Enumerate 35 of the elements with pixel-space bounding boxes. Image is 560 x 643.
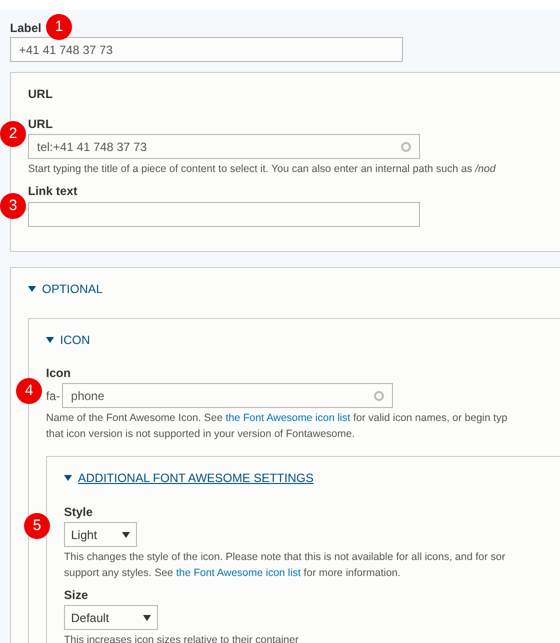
icon-list-link[interactable]: the Font Awesome icon list <box>226 412 350 424</box>
annotation-marker: 5 <box>24 513 50 539</box>
annotation-marker: 2 <box>0 121 26 147</box>
field-description: Name of the Font Awesome Icon. See the Font Awesome icon list for valid icon names, or begin typ that icon version is not supported in your version of Fontawesome. <box>46 411 508 442</box>
field-label: Size <box>64 587 88 603</box>
field-description: Start typing the title of a piece of content to select it. You can also enter an internal path such as /nod <box>28 162 497 177</box>
autocomplete-icon <box>374 390 384 400</box>
text-field[interactable]: +41 41 748 37 73 <box>10 37 403 62</box>
field-label: Icon <box>46 365 71 381</box>
field-description: This changes the style of the icon. Please note that this is not available for all icons, and for sor support any styles. See the Font Awesome icon list for more information. <box>64 550 506 581</box>
select-dropdown[interactable]: Default <box>64 605 158 630</box>
text-field[interactable]: tel:+41 41 748 37 73 <box>28 134 420 159</box>
autocomplete-icon <box>401 142 411 152</box>
field-label: URL <box>28 116 53 132</box>
field-label: Link text <box>28 183 78 199</box>
select-dropdown[interactable]: Light <box>64 522 137 547</box>
field-label: Label <box>10 20 42 36</box>
field-label: Style <box>64 504 93 520</box>
text-field[interactable]: phone <box>62 383 394 408</box>
dropdown-caret-icon <box>122 532 130 538</box>
details-summary[interactable]: OPTIONAL <box>28 280 560 298</box>
caret-icon <box>28 285 36 293</box>
details-summary[interactable]: ADDITIONAL FONT AWESOME SETTINGS <box>64 469 560 487</box>
annotation-marker: 4 <box>16 378 42 404</box>
panel-title: URL <box>28 86 54 103</box>
dropdown-caret-icon <box>143 614 151 620</box>
field-description: This increases icon sizes relative to their container <box>64 633 300 643</box>
annotation-marker: 3 <box>0 193 26 219</box>
caret-icon <box>46 336 54 344</box>
details-summary[interactable]: ICON <box>46 331 560 349</box>
annotation-marker: 1 <box>46 14 72 40</box>
text-field[interactable] <box>28 202 420 227</box>
icon-list-link[interactable]: the Font Awesome icon list <box>176 567 301 579</box>
field-prefix: fa- <box>46 388 60 404</box>
caret-icon <box>64 474 72 482</box>
